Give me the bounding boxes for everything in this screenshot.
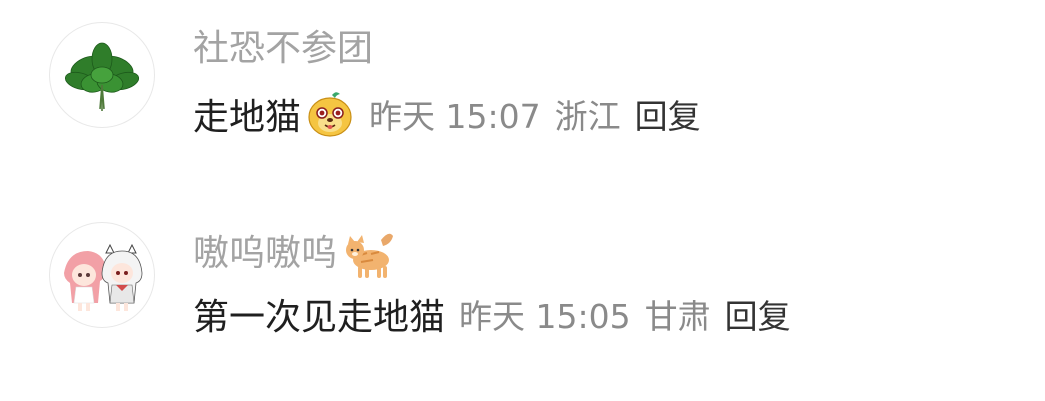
- doge-sticker-icon: [308, 92, 352, 137]
- username[interactable]: 社恐不参团: [193, 26, 373, 72]
- basil-leaves-icon: [64, 42, 140, 111]
- reply-button[interactable]: 回复: [725, 290, 791, 338]
- comment-line: 第一次见走地猫 昨天 15:05 甘肃 回复: [193, 286, 791, 342]
- comment-location: 浙江: [554, 97, 621, 136]
- username-text: 社恐不参团: [193, 28, 374, 69]
- user-avatar[interactable]: [49, 222, 155, 328]
- user-avatar[interactable]: [49, 22, 155, 128]
- comment-item: 社恐不参团 走地猫 昨天 15:07 浙江 回复: [0, 0, 1045, 180]
- username-text: 嗷呜嗷呜: [193, 233, 338, 274]
- username[interactable]: 嗷呜嗷呜: [193, 226, 397, 282]
- comment-text: 第一次见走地猫: [193, 297, 446, 338]
- comment-time: 昨天 15:05: [459, 297, 631, 336]
- reply-button[interactable]: 回复: [635, 90, 701, 138]
- anime-couple-avatar-icon: [64, 243, 143, 311]
- comment-time: 昨天 15:07: [369, 97, 541, 136]
- cat-emoji-icon: [346, 233, 394, 278]
- comment-line: 走地猫 昨天 15:07 浙江 回复: [193, 86, 701, 142]
- comment-item: 嗷呜嗷呜 第一次见走地猫 昨天 15:05 甘肃 回复: [0, 200, 1045, 380]
- comment-text: 走地猫: [193, 97, 302, 138]
- comment-location: 甘肃: [644, 297, 711, 336]
